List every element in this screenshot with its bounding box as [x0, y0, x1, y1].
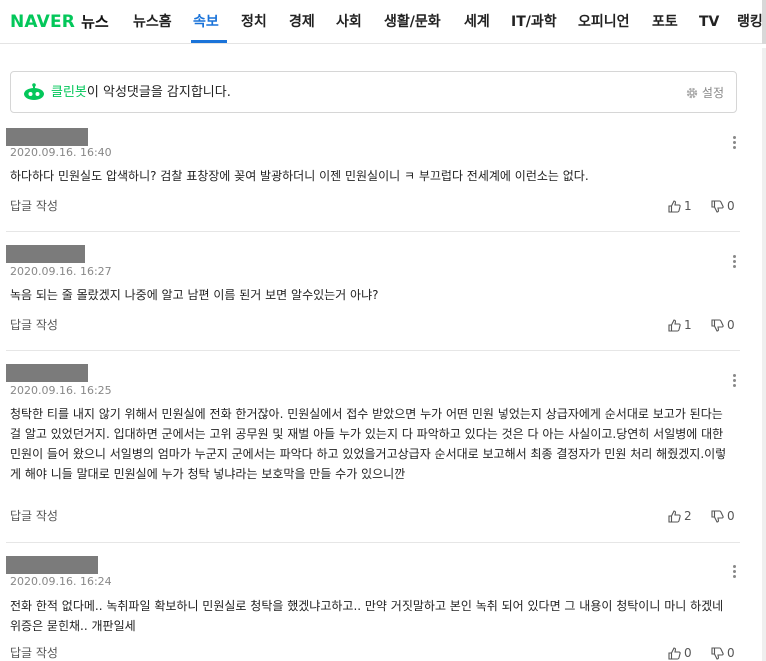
like-count: 2 [684, 509, 692, 523]
more-options-icon[interactable] [731, 255, 737, 271]
cleanbot-notice: 클린봇이 악성댓글을 감지합니다. 설정 [10, 71, 737, 113]
cleanbot-settings-button[interactable]: 설정 [686, 84, 724, 101]
cleanbot-message-text: 이 악성댓글을 감지합니다. [86, 85, 231, 100]
nav-tab-world[interactable]: 세계 [464, 13, 490, 31]
reply-button[interactable]: 답글 작성 [10, 317, 58, 333]
redacted-username [6, 128, 88, 146]
gear-icon [686, 87, 698, 98]
nav-tab-tv[interactable]: TV [699, 13, 719, 31]
nav-tab-society[interactable]: 사회 [336, 13, 362, 31]
reply-button[interactable]: 답글 작성 [10, 508, 58, 524]
comment-timestamp: 2020.09.16. 16:27 [10, 265, 112, 278]
dislike-button[interactable]: 0 [711, 198, 735, 214]
nav-scrollbar[interactable] [762, 0, 766, 44]
like-count: 1 [684, 199, 692, 213]
dislike-count: 0 [727, 199, 735, 213]
reply-button[interactable]: 답글 작성 [10, 645, 58, 661]
top-navigation: NAVER 뉴스 뉴스홈 속보 정치 경제 사회 생활/문화 세계 IT/과학 … [0, 0, 766, 44]
dislike-button[interactable]: 0 [711, 317, 735, 333]
like-button[interactable]: 0 [668, 645, 692, 661]
comment-divider [6, 350, 740, 351]
nav-tab-ranking[interactable]: 랭킹 [737, 13, 763, 31]
naver-news-logo[interactable]: NAVER 뉴스 [10, 11, 109, 33]
active-tab-indicator [191, 40, 227, 43]
comment-timestamp: 2020.09.16. 16:25 [10, 384, 112, 397]
comment-text: 전화 한적 없다메.. 녹취파일 확보하니 민원실로 청탁을 했겠냐고하고.. … [10, 599, 724, 633]
like-count: 1 [684, 318, 692, 332]
redacted-username [6, 364, 88, 382]
redacted-username [6, 556, 98, 574]
comment-timestamp: 2020.09.16. 16:24 [10, 575, 112, 588]
comment-divider [6, 542, 740, 543]
cleanbot-icon [24, 83, 44, 100]
like-button[interactable]: 1 [668, 198, 692, 214]
comment-timestamp: 2020.09.16. 16:40 [10, 146, 112, 159]
cleanbot-message: 클린봇이 악성댓글을 감지합니다. [51, 84, 231, 101]
more-options-icon[interactable] [731, 136, 737, 152]
thumbs-up-icon [668, 199, 681, 213]
comment-text: 청탁한 티를 내지 않기 위해서 민원실에 전화 한거잖아. 민원실에서 접수 … [10, 407, 727, 481]
nav-tab-life-culture[interactable]: 생활/문화 [384, 13, 441, 31]
like-button[interactable]: 1 [668, 317, 692, 333]
dislike-count: 0 [727, 509, 735, 523]
like-count: 0 [684, 646, 692, 660]
dislike-count: 0 [727, 646, 735, 660]
nav-tab-opinion[interactable]: 오피니언 [578, 13, 630, 31]
nav-tab-it-science[interactable]: IT/과학 [511, 13, 557, 31]
thumbs-down-icon [711, 318, 724, 332]
comment-text: 녹음 되는 줄 몰랐겠지 나중에 알고 남편 이름 된거 보면 알수있는거 아냐… [10, 288, 379, 302]
nav-tab-politics[interactable]: 정치 [241, 13, 267, 31]
comment-divider [6, 231, 740, 232]
logo-brand: NAVER [10, 12, 76, 32]
redacted-username [6, 245, 85, 263]
nav-tab-photo[interactable]: 포토 [652, 13, 678, 31]
comment-text: 하다하다 민원실도 압색하니? 검찰 표창장에 꽂여 발광하더니 이젠 민원실이… [10, 169, 589, 183]
nav-tab-economy[interactable]: 경제 [289, 13, 315, 31]
thumbs-up-icon [668, 318, 681, 332]
thumbs-up-icon [668, 646, 681, 660]
dislike-button[interactable]: 0 [711, 508, 735, 524]
dislike-button[interactable]: 0 [711, 645, 735, 661]
cleanbot-brand[interactable]: 클린봇 [51, 85, 87, 100]
nav-tab-breaking[interactable]: 속보 [193, 13, 219, 31]
reply-button[interactable]: 답글 작성 [10, 198, 58, 214]
page-scrollbar[interactable] [762, 48, 766, 661]
thumbs-down-icon [711, 199, 724, 213]
dislike-count: 0 [727, 318, 735, 332]
thumbs-down-icon [711, 646, 724, 660]
more-options-icon[interactable] [731, 374, 737, 390]
more-options-icon[interactable] [731, 565, 737, 581]
logo-section: 뉴스 [81, 13, 109, 31]
nav-tab-home[interactable]: 뉴스홈 [133, 13, 172, 31]
thumbs-down-icon [711, 509, 724, 523]
like-button[interactable]: 2 [668, 508, 692, 524]
settings-label: 설정 [701, 86, 724, 100]
thumbs-up-icon [668, 509, 681, 523]
